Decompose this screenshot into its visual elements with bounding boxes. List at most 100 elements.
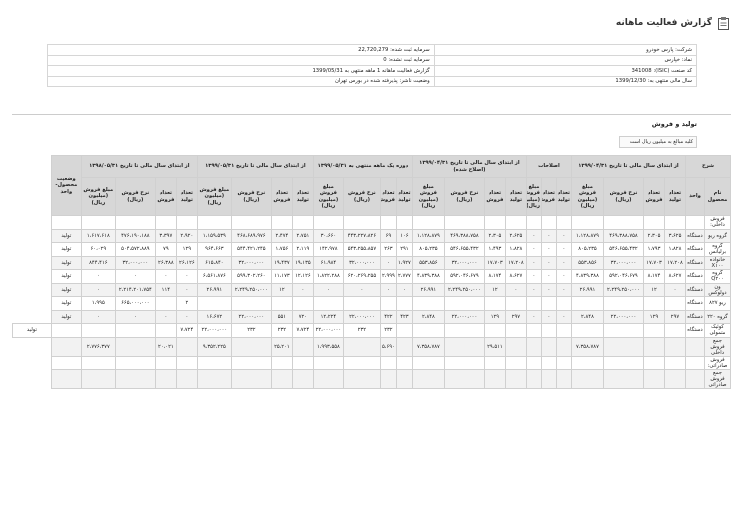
table-cell: ۱۲۹ bbox=[175, 242, 198, 257]
table-cell bbox=[291, 296, 314, 311]
table-cell bbox=[114, 336, 156, 357]
table-cell: ۲۶،۹۹۱ bbox=[196, 282, 232, 297]
table-cell: ۵۵۳،۸۵۶ bbox=[411, 255, 445, 270]
table-cell bbox=[555, 296, 572, 311]
table-cell: تولید bbox=[50, 309, 82, 324]
table-cell bbox=[196, 369, 232, 389]
table-cell: ۲۳۲ bbox=[379, 323, 397, 338]
table-cell: ۰ bbox=[540, 269, 557, 284]
table-cell bbox=[342, 296, 381, 311]
table-cell: دستگاه bbox=[684, 296, 706, 311]
table-cell: ۰ bbox=[663, 282, 686, 297]
table-cell: ۱۲،۲۲۴ bbox=[312, 309, 344, 324]
table-cell: ۴۶۹،۳۸۸،۷۵۸ bbox=[602, 228, 644, 243]
table-cell bbox=[540, 323, 557, 338]
page-header: گزارش فعالیت ماهانه bbox=[616, 14, 729, 32]
table-cell: ۱۲ bbox=[270, 282, 293, 297]
table-cell: گروه ریو bbox=[704, 228, 731, 243]
table-cell: گروه ۲۲۰ bbox=[704, 309, 731, 324]
table-cell: ۳۰،۶۶۰ bbox=[312, 228, 344, 243]
table-cell: ۶،۵۶۱،۸۷۶ bbox=[196, 269, 232, 284]
table-cell: ۲۳۲ bbox=[270, 323, 293, 338]
table-cell: ۱۲ bbox=[642, 282, 665, 297]
table-cell bbox=[154, 323, 177, 338]
table-cell: ۳۲،۰۰۰،۰۰۰ bbox=[443, 255, 485, 270]
table-cell: ۰ bbox=[555, 255, 572, 270]
table-cell bbox=[154, 369, 177, 389]
page-title: گزارش فعالیت ماهانه bbox=[615, 18, 712, 28]
table-cell: گروه برلیانس bbox=[704, 242, 731, 257]
report-page: گزارش فعالیت ماهانه شرکت: پارس خودرو سرم… bbox=[0, 0, 743, 506]
table-cell: ۲۰،۰۲۱ bbox=[154, 336, 177, 357]
table-cell: ۲۲،۰۰۰،۰۰۰ bbox=[230, 309, 272, 324]
table-cell: ۸۰۵،۲۳۵ bbox=[570, 242, 604, 257]
table-cell bbox=[395, 296, 413, 311]
table-cell bbox=[114, 369, 156, 389]
table-cell bbox=[379, 215, 397, 230]
table-cell bbox=[602, 336, 644, 357]
table-cell: ۶۱،۹۸۴ bbox=[312, 255, 344, 270]
table-cell: ۵۹۲،۰۴۶،۶۷۹ bbox=[602, 269, 644, 284]
divider bbox=[12, 114, 731, 115]
table-cell: ۱،۱۵۹،۵۳۹ bbox=[196, 228, 232, 243]
table-cell bbox=[230, 336, 272, 357]
table-cell: ۱،۹۹۵ bbox=[80, 296, 116, 311]
column-header: مبلغ فروش (میلیون ریال) bbox=[525, 177, 542, 216]
table-cell bbox=[270, 296, 293, 311]
table-cell bbox=[342, 215, 381, 230]
table-cell: ۱،۸۲۸ bbox=[663, 242, 686, 257]
table-cell bbox=[540, 296, 557, 311]
table-cell: ۱۱۴ bbox=[154, 282, 177, 297]
table-cell bbox=[483, 355, 506, 370]
table-cell: ۵۴۴،۴۲۱،۲۴۵ bbox=[230, 242, 272, 257]
table-cell bbox=[291, 355, 314, 370]
table-row: خانواده X۱۰۰ دستگاه ۱۷،۲۰۸ ۱۷،۷۰۳ ۳۲،۰۰۰،۰۰۰… bbox=[13, 255, 731, 270]
table-cell bbox=[270, 215, 293, 230]
column-header: نرخ فروش (ریال) bbox=[602, 177, 644, 216]
table-row: گروه Q۲۰۰ دستگاه ۸،۶۲۷ ۸،۱۷۴ ۵۹۲،۰۴۶،۶۷۹ ۴،۸۳… bbox=[13, 269, 731, 284]
column-header: نرخ فروش (ریال) bbox=[114, 177, 156, 216]
table-cell: ۱۹،۴۳۷ bbox=[270, 255, 293, 270]
table-row: ریو ۸۲۷ دستگاه ۲ ۶۶۵،۰۰۰،۰۰۰ ۱،۹۹۵ تولید bbox=[13, 296, 731, 311]
table-cell: ۲۲،۰۰۰،۰۰۰ bbox=[312, 323, 344, 338]
table-cell: ۲۳۲ bbox=[230, 323, 272, 338]
column-header: تعداد تولید bbox=[291, 177, 314, 216]
table-cell bbox=[443, 296, 485, 311]
unregistered-capital-cell: سرمایه ثبت نشده: 0 bbox=[47, 54, 435, 66]
table-cell: فروش داخلی: bbox=[704, 215, 731, 230]
table-cell: ۱۶،۶۷۲ bbox=[196, 309, 232, 324]
table-cell: ۰ bbox=[540, 228, 557, 243]
column-header: مبلغ فروش (میلیون ریال) bbox=[570, 177, 604, 216]
table-cell: ۰ bbox=[175, 282, 198, 297]
table-cell bbox=[555, 369, 572, 389]
table-cell: ۰ bbox=[555, 309, 572, 324]
table-cell bbox=[525, 215, 542, 230]
table-cell: ۲۹۷ bbox=[504, 309, 527, 324]
table-row: کوئیک متمولی دستگاه ۲۳۲ ۲۳۲ ۲۲،۰۰۰،۰۰۰ ۷،۷۲۴ ۲… bbox=[12, 323, 731, 338]
table-cell: ۰ bbox=[80, 309, 116, 324]
table-cell: ۲،۹۲۰ bbox=[175, 228, 198, 243]
table-cell bbox=[395, 355, 413, 370]
sub-header-row: نام محصول واحد تعداد تولید تعداد فروش نرخ فر… bbox=[13, 177, 731, 216]
column-header: مبلغ فروش (میلیون ریال) bbox=[196, 177, 232, 216]
table-cell bbox=[312, 355, 344, 370]
table-cell: ۰ bbox=[80, 282, 116, 297]
table-cell bbox=[395, 336, 413, 357]
table-cell: ۲،۲۱۴،۲۰۱،۷۵۴ bbox=[114, 282, 156, 297]
table-cell: ۸۴۴،۴۱۶ bbox=[80, 255, 116, 270]
table-cell bbox=[642, 296, 665, 311]
table-cell bbox=[504, 323, 527, 338]
table-cell bbox=[504, 296, 527, 311]
table-cell bbox=[196, 355, 232, 370]
table-cell: ۰ bbox=[555, 269, 572, 284]
header-corrections: اصلاحات bbox=[525, 155, 572, 178]
table-cell: ۰ bbox=[525, 242, 542, 257]
table-cell: ۴۷۶،۱۹۰،۱۸۸ bbox=[114, 228, 156, 243]
table-cell: ۲،۱۱۹ bbox=[291, 242, 314, 257]
table-cell: ۵۵۱ bbox=[270, 309, 293, 324]
column-header: تعداد فروش bbox=[270, 177, 293, 216]
table-cell: ۰ bbox=[154, 269, 177, 284]
table-cell bbox=[684, 355, 706, 370]
column-header: تعداد فروش bbox=[540, 177, 557, 216]
table-cell: ۱،۱۲۸،۸۷۹ bbox=[570, 228, 604, 243]
